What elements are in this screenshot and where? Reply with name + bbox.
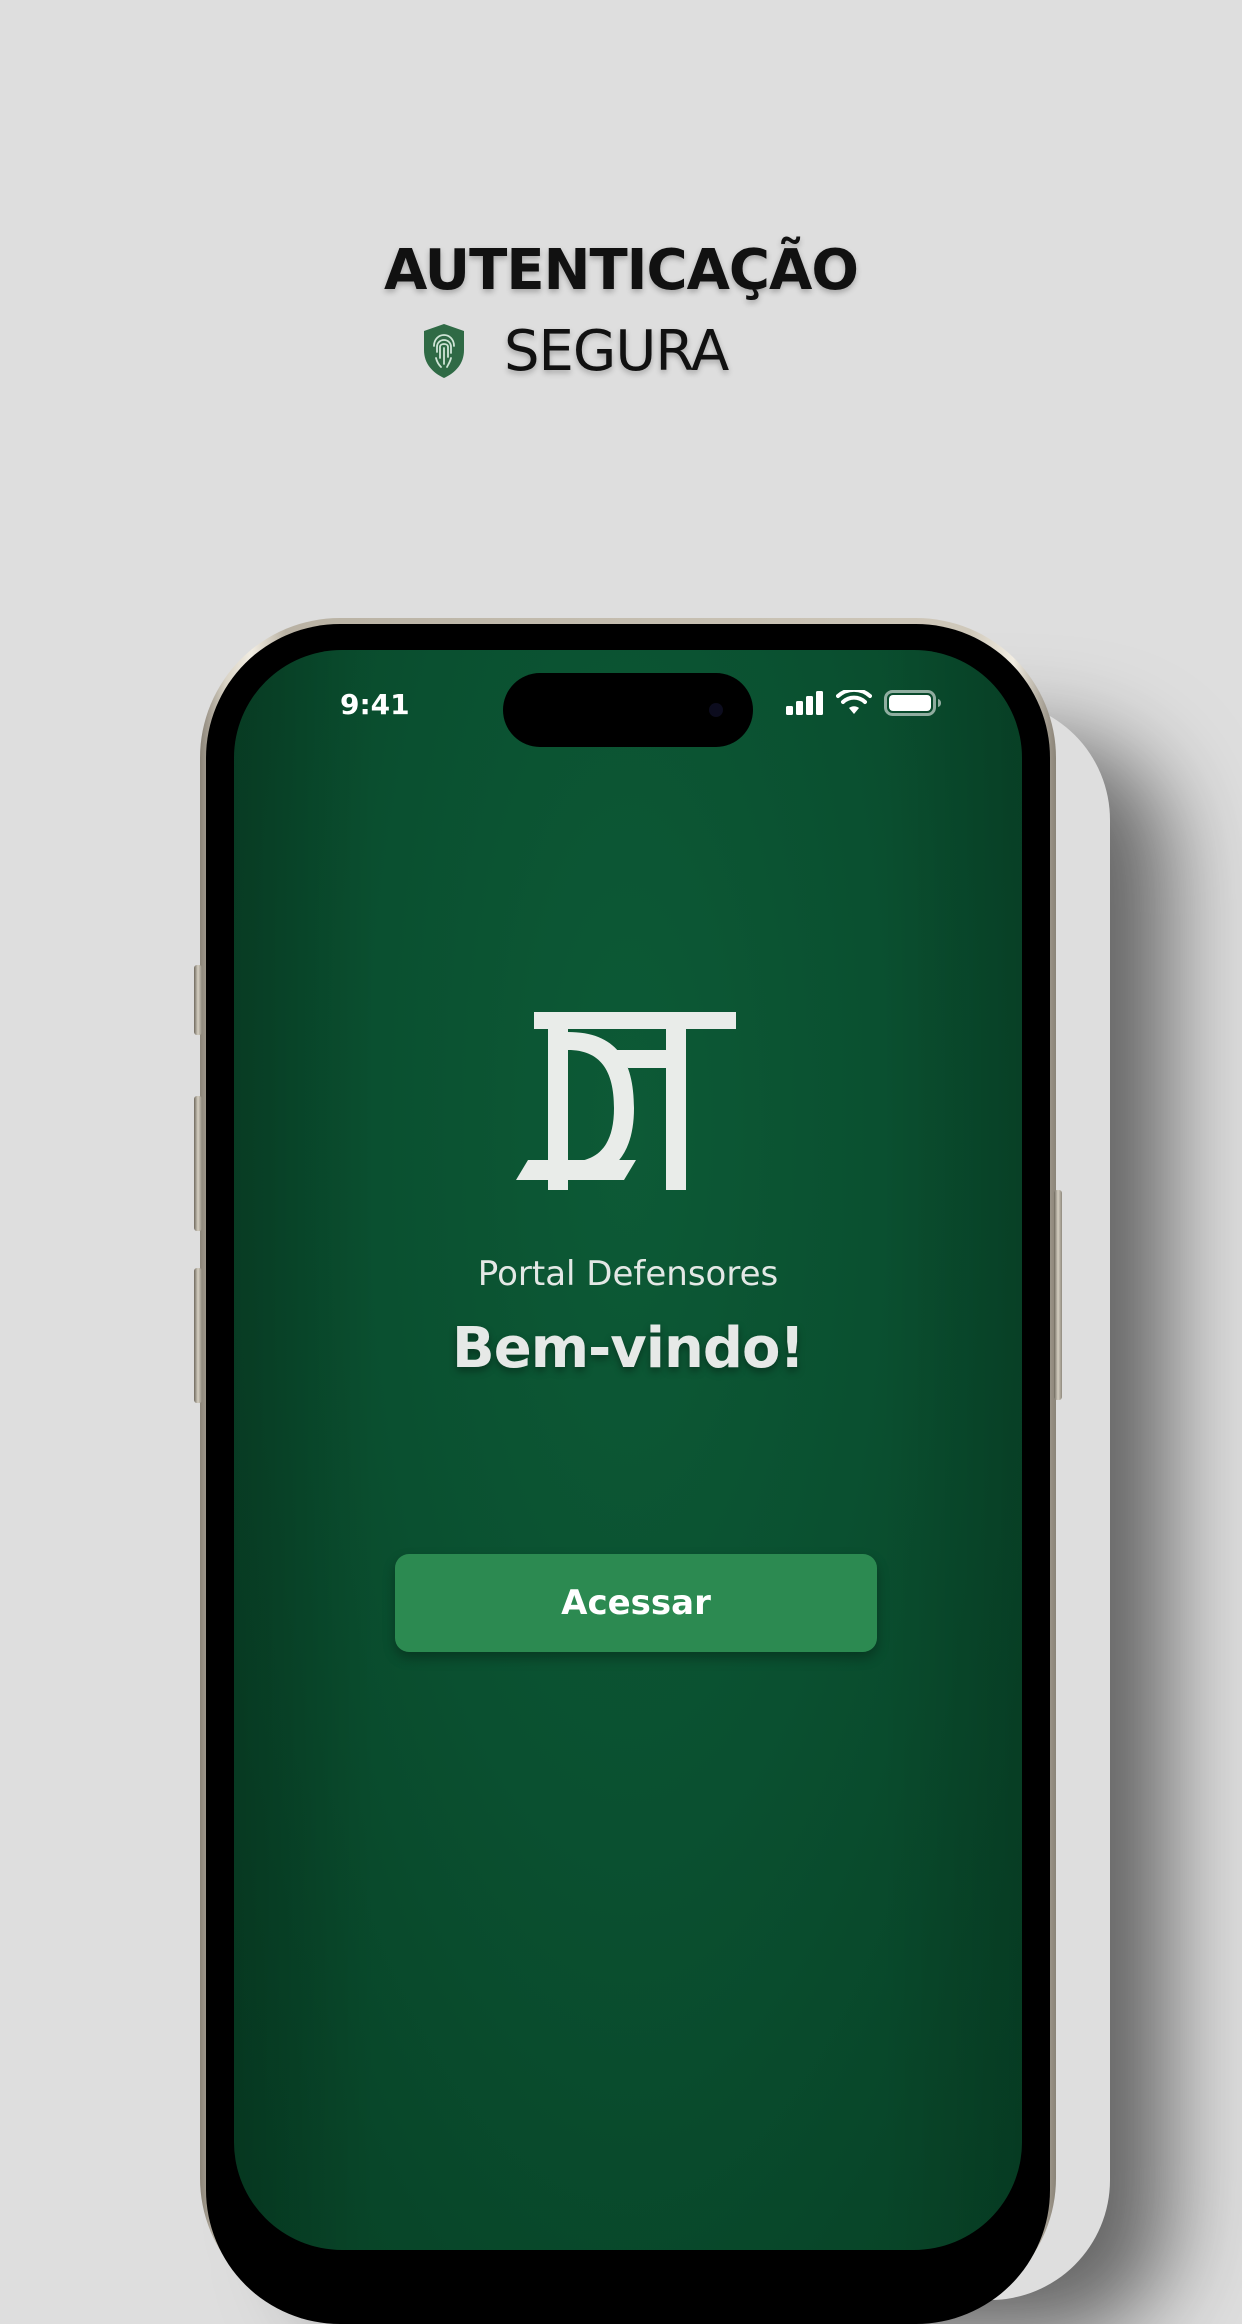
status-time: 9:41	[340, 688, 410, 721]
headline-subtitle-row: SEGURA	[420, 316, 729, 386]
dpt-logo	[516, 1012, 736, 1190]
phone-volume-up-button	[194, 1096, 202, 1231]
phone-screen: 9:41 Portal Defensores Bem-vindo! Acessa…	[234, 650, 1022, 2250]
headline-title: AUTENTICAÇÃO	[384, 238, 859, 303]
cellular-signal-icon	[786, 691, 823, 715]
fingerprint-shield-icon	[424, 324, 464, 378]
dynamic-island	[503, 673, 753, 747]
phone-action-button	[194, 965, 202, 1035]
wifi-icon	[836, 690, 872, 714]
status-icons	[786, 690, 942, 716]
marketing-headline: AUTENTICAÇÃO SEGURA	[0, 236, 1242, 384]
headline-subtitle: SEGURA	[504, 318, 729, 384]
battery-icon	[884, 690, 941, 716]
welcome-title: Bem-vindo!	[452, 1316, 805, 1381]
phone-volume-down-button	[194, 1268, 202, 1403]
app-name: Portal Defensores	[477, 1254, 779, 1294]
front-camera	[709, 703, 723, 717]
access-button[interactable]: Acessar	[395, 1554, 877, 1652]
phone-power-button	[1054, 1190, 1062, 1400]
